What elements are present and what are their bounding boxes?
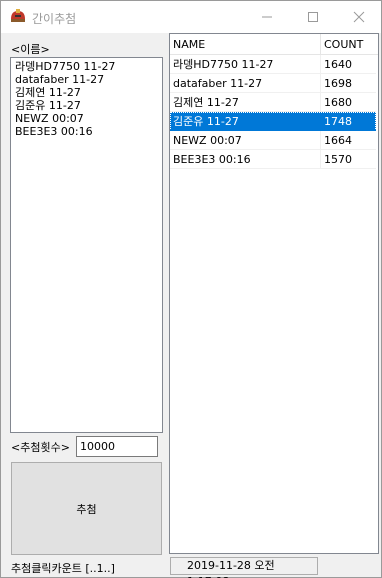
recommend-button-label: 추첨 <box>76 502 97 516</box>
minimize-icon <box>262 16 272 18</box>
row-count: 1664 <box>321 131 376 150</box>
table-row[interactable]: 김제연 11-27 1680 <box>170 93 376 112</box>
row-count: 1748 <box>321 112 376 131</box>
table-row-selected[interactable]: 김준유 11-27 1748 <box>170 112 376 131</box>
table-row[interactable]: datafaber 11-27 1698 <box>170 74 376 93</box>
close-icon <box>353 11 365 23</box>
names-line: 김준유 11-27 <box>15 99 81 112</box>
table-row[interactable]: 라뎅HD7750 11-27 1640 <box>170 55 376 74</box>
row-count: 1640 <box>321 55 376 74</box>
row-name: 김준유 11-27 <box>170 112 321 131</box>
column-header-name[interactable]: NAME <box>170 34 321 55</box>
names-line: NEWZ 00:07 <box>15 112 84 125</box>
names-line: 라뎅HD7750 11-27 <box>15 60 116 73</box>
recommend-button[interactable]: 추첨 <box>11 462 162 555</box>
window-title: 간이추첨 <box>32 12 77 26</box>
table-row[interactable]: NEWZ 00:07 1664 <box>170 131 376 150</box>
table-row[interactable]: BEE3E3 00:16 1570 <box>170 150 376 169</box>
column-header-count[interactable]: COUNT <box>321 34 378 55</box>
minimize-button[interactable] <box>244 1 290 33</box>
names-line: BEE3E3 00:16 <box>15 125 93 138</box>
row-name: NEWZ 00:07 <box>170 131 321 150</box>
helmet-app-icon <box>11 9 25 22</box>
results-listview[interactable]: NAME COUNT 라뎅HD7750 11-27 1640 datafaber… <box>169 33 379 554</box>
names-label: <이름> <box>11 43 50 56</box>
row-count: 1570 <box>321 150 376 169</box>
datetime-status: 2019-11-28 오전 1:17:08 <box>170 557 318 578</box>
row-name: datafaber 11-27 <box>170 74 321 93</box>
names-line: 김제연 11-27 <box>15 86 81 99</box>
recommend-count-label: <추첨횟수> <box>11 441 70 454</box>
title-bar[interactable]: 간이추첨 <box>1 1 381 33</box>
row-count: 1680 <box>321 93 376 112</box>
click-count-label: 추첨클릭카운트 [..1..] <box>11 562 115 575</box>
names-textarea[interactable]: 라뎅HD7750 11-27 datafaber 11-27 김제연 11-27… <box>10 57 163 433</box>
row-count: 1698 <box>321 74 376 93</box>
names-line: datafaber 11-27 <box>15 73 105 86</box>
close-button[interactable] <box>336 1 382 33</box>
recommend-count-input[interactable]: 10000 <box>76 436 158 457</box>
maximize-button[interactable] <box>290 1 336 33</box>
row-name: 라뎅HD7750 11-27 <box>170 55 321 74</box>
listview-header: NAME COUNT <box>170 34 378 55</box>
row-name: 김제연 11-27 <box>170 93 321 112</box>
row-name: BEE3E3 00:16 <box>170 150 321 169</box>
maximize-icon <box>308 12 318 22</box>
app-window: 간이추첨 <이름> 라뎅HD7750 11-27 datafaber 11-27… <box>0 0 382 578</box>
